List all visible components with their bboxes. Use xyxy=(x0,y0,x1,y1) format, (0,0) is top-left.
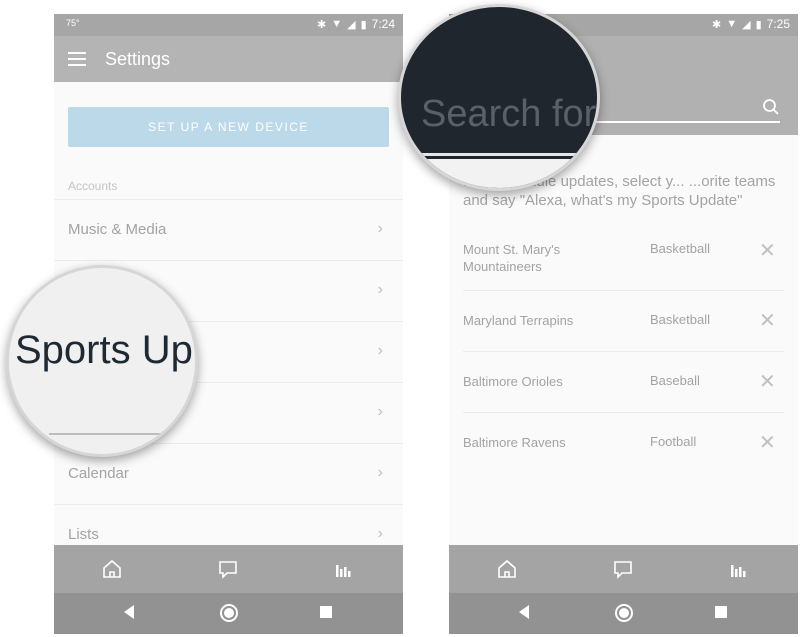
divider xyxy=(49,433,179,435)
bottom-nav xyxy=(449,545,798,593)
music-bars-icon[interactable] xyxy=(727,557,751,581)
status-bar: 75° ✱ ▼ ◢ ▮ 7:24 xyxy=(54,14,403,36)
search-underline xyxy=(413,153,589,156)
sports-content: ...nd schedule updates, select y... ...o… xyxy=(449,135,798,545)
remove-team-icon[interactable]: ✕ xyxy=(759,369,776,394)
home-icon[interactable] xyxy=(495,557,519,581)
magnifier-callout-sports-update: Sports Up xyxy=(6,265,198,457)
team-sport: Baseball xyxy=(650,373,700,388)
team-row: Mount St. Mary's Mountaineers Basketball… xyxy=(463,230,784,291)
row-label: Lists xyxy=(68,526,99,543)
chat-icon[interactable] xyxy=(611,557,635,581)
magnified-label: Sports Up xyxy=(15,328,193,372)
temperature: 75° xyxy=(66,18,80,28)
team-row: Maryland Terrapins Basketball ✕ xyxy=(463,291,784,352)
clock: 7:24 xyxy=(371,17,395,31)
wifi-icon: ▼ xyxy=(726,18,738,30)
team-name: Mount St. Mary's Mountaineers xyxy=(463,242,561,274)
home-icon[interactable] xyxy=(100,557,124,581)
settings-row-music[interactable]: Music & Media › xyxy=(54,199,403,261)
wifi-icon: ▼ xyxy=(331,18,343,30)
team-sport: Football xyxy=(650,434,697,449)
remove-team-icon[interactable]: ✕ xyxy=(759,308,776,333)
bluetooth-icon: ✱ xyxy=(712,18,722,31)
page-title: Settings xyxy=(105,49,171,69)
team-row: Baltimore Ravens Football ✕ xyxy=(463,413,784,473)
chevron-right-icon: › xyxy=(377,403,383,420)
search-icon[interactable] xyxy=(762,98,780,116)
team-name: Baltimore Ravens xyxy=(463,435,566,450)
remove-team-icon[interactable]: ✕ xyxy=(759,430,776,455)
chat-icon[interactable] xyxy=(216,557,240,581)
signal-icon: ◢ xyxy=(742,18,751,31)
recents-icon[interactable] xyxy=(714,605,728,619)
team-name: Maryland Terrapins xyxy=(463,313,574,328)
signal-icon: ◢ xyxy=(347,18,356,31)
battery-icon: ▮ xyxy=(755,18,762,31)
home-circle-icon[interactable] xyxy=(219,603,239,623)
bottom-nav xyxy=(54,545,403,593)
chevron-right-icon: › xyxy=(377,525,383,542)
section-label-accounts: Accounts xyxy=(68,179,118,193)
setup-device-button[interactable]: SET UP A NEW DEVICE xyxy=(68,107,389,147)
team-sport: Basketball xyxy=(650,241,710,256)
chevron-right-icon: › xyxy=(377,464,383,481)
search-input[interactable] xyxy=(579,121,780,123)
team-row: Baltimore Orioles Baseball ✕ xyxy=(463,352,784,413)
system-nav-bar xyxy=(54,593,403,634)
chevron-right-icon: › xyxy=(377,281,383,298)
row-label: Music & Media xyxy=(68,221,167,238)
back-icon[interactable] xyxy=(122,603,136,621)
team-sport: Basketball xyxy=(650,312,710,327)
app-bar: Settings xyxy=(54,36,403,82)
magnifier-callout-search: Search for xyxy=(398,4,600,191)
music-bars-icon[interactable] xyxy=(332,557,356,581)
battery-icon: ▮ xyxy=(360,18,367,31)
team-name: Baltimore Orioles xyxy=(463,374,563,389)
hamburger-menu-icon[interactable] xyxy=(68,52,86,66)
chevron-right-icon: › xyxy=(377,220,383,237)
chevron-right-icon: › xyxy=(377,342,383,359)
recents-icon[interactable] xyxy=(319,605,333,619)
clock: 7:25 xyxy=(766,17,790,31)
magnified-content-area xyxy=(401,159,597,188)
row-label: Calendar xyxy=(68,465,129,482)
remove-team-icon[interactable]: ✕ xyxy=(759,238,776,263)
back-icon[interactable] xyxy=(517,603,531,621)
bluetooth-icon: ✱ xyxy=(317,18,327,31)
home-circle-icon[interactable] xyxy=(614,603,634,623)
magnified-search-placeholder: Search for xyxy=(421,93,597,135)
system-nav-bar xyxy=(449,593,798,634)
